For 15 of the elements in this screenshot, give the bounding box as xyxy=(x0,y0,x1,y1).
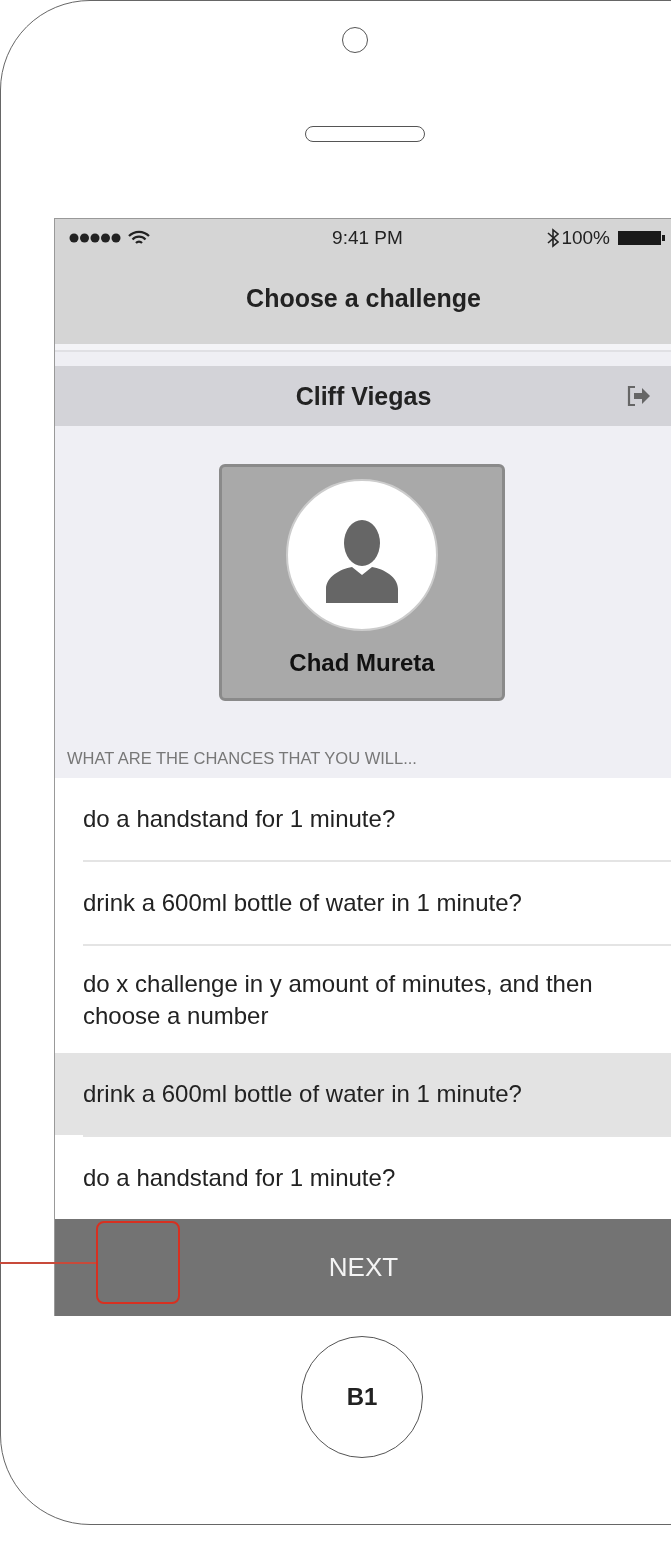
profile-name: Chad Mureta xyxy=(289,649,435,677)
wifi-icon xyxy=(127,229,151,246)
battery-percent: 100% xyxy=(561,226,610,249)
bluetooth-icon xyxy=(547,227,560,248)
user-name: Cliff Viegas xyxy=(295,381,432,411)
home-button[interactable]: B1 xyxy=(301,1336,423,1458)
profile-card[interactable]: Chad Mureta xyxy=(219,464,505,701)
next-button[interactable]: NEXT xyxy=(55,1219,671,1316)
signal-icon xyxy=(69,232,121,243)
challenge-item[interactable]: drink a 600ml bottle of water in 1 minute? xyxy=(55,1053,671,1135)
logout-icon[interactable] xyxy=(626,384,652,408)
status-time: 9:41 PM xyxy=(332,226,403,249)
section-header: WHAT ARE THE CHANCES THAT YOU WILL... xyxy=(67,748,417,768)
battery-icon xyxy=(618,229,666,246)
nav-title: Choose a challenge xyxy=(246,283,481,313)
